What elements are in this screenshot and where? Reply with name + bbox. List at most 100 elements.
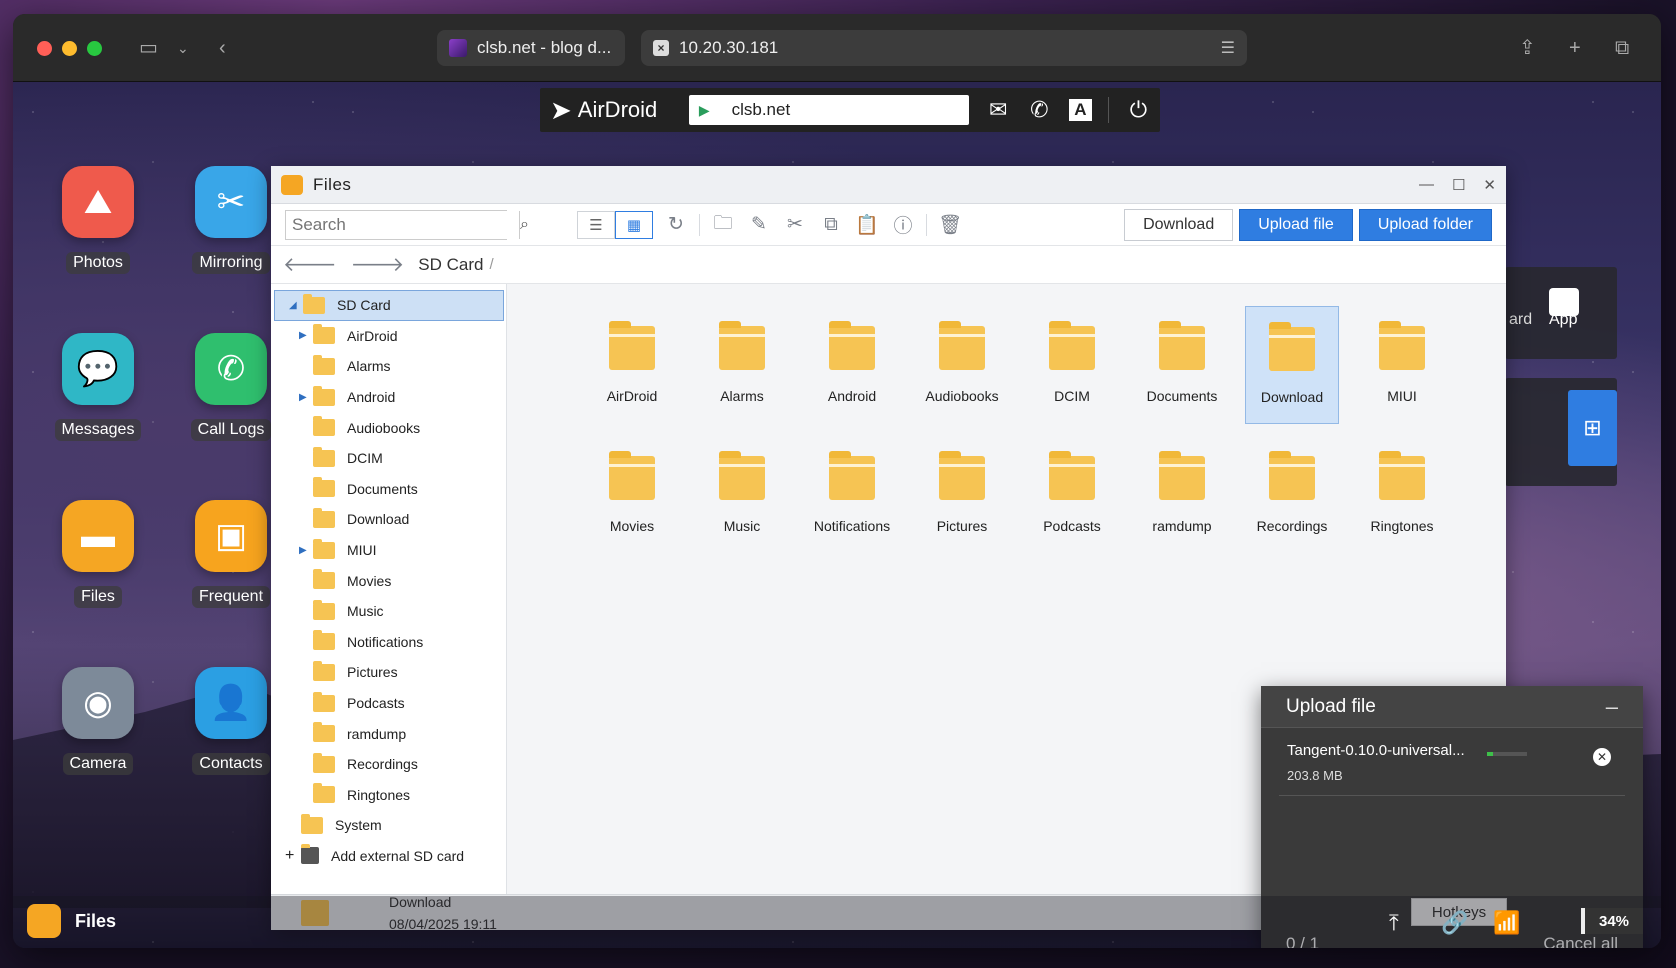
folder-grid-item[interactable]: Audiobooks — [915, 306, 1009, 424]
new-tab-icon[interactable]: + — [1569, 36, 1581, 60]
tree-item-system[interactable]: System — [271, 810, 506, 841]
desktop-icon-mirroring[interactable]: ✂ Mirroring — [176, 166, 286, 274]
add-device-icon[interactable]: ⊞ — [1568, 390, 1617, 466]
tab-overview-icon[interactable]: ⧉ — [1615, 36, 1629, 60]
font-icon[interactable]: A — [1068, 99, 1092, 121]
minimize-icon[interactable]: — — [1419, 176, 1434, 194]
add-external-sd-card[interactable]: + Add external SD card — [271, 841, 506, 872]
tree-item[interactable]: Audiobooks — [271, 412, 506, 443]
taskbar-files[interactable]: Files — [27, 904, 116, 938]
zoom-window-button[interactable] — [87, 41, 102, 56]
folder-icon — [829, 321, 875, 370]
cut-icon[interactable]: ✂ — [782, 213, 808, 236]
tree-item[interactable]: ▶ AirDroid — [271, 321, 506, 352]
tree-item[interactable]: Download — [271, 504, 506, 535]
minimize-icon[interactable]: – — [1606, 694, 1618, 720]
folder-grid-item[interactable]: Download — [1245, 306, 1339, 424]
airdroid-url-field[interactable]: ▶ clsb.net — [688, 95, 969, 125]
tree-item[interactable]: Recordings — [271, 749, 506, 780]
desktop-icon-call-logs[interactable]: ✆ Call Logs — [176, 333, 286, 441]
tree-item-label: DCIM — [347, 450, 383, 467]
rename-icon[interactable]: ✎ — [746, 213, 772, 236]
cancel-upload-icon[interactable]: ✕ — [1593, 748, 1611, 766]
refresh-icon[interactable]: ↻ — [663, 213, 689, 236]
plus-icon[interactable]: + — [285, 847, 301, 865]
new-folder-icon[interactable]: 🗀 — [710, 209, 736, 241]
forward-arrow-icon[interactable]: 🡒 — [351, 252, 405, 277]
folder-grid-item[interactable]: Pictures — [915, 436, 1009, 554]
phone-icon[interactable]: ✆ — [1028, 97, 1051, 123]
expand-arrow-icon[interactable]: ▶ — [299, 545, 313, 556]
desktop-icon-photos[interactable]: ⛰ Photos — [43, 166, 153, 274]
folder-grid-item[interactable]: Ringtones — [1355, 436, 1449, 554]
tree-item[interactable]: Music — [271, 596, 506, 627]
folder-grid-item[interactable]: Music — [695, 436, 789, 554]
tree-item[interactable]: Ringtones — [271, 780, 506, 811]
maximize-icon[interactable]: ☐ — [1452, 176, 1465, 194]
sidebar-toggle-icon[interactable]: ▭ — [139, 36, 158, 60]
minimize-window-button[interactable] — [62, 41, 77, 56]
expanded-arrow-icon[interactable]: ◢ — [289, 300, 303, 311]
desktop-icon-camera[interactable]: ◉ Camera — [43, 667, 153, 775]
message-icon[interactable]: ✉ — [987, 97, 1010, 123]
folder-grid-item[interactable]: Notifications — [805, 436, 899, 554]
tree-item[interactable]: Pictures — [271, 657, 506, 688]
wifi-icon[interactable]: 📶 — [1493, 910, 1520, 936]
play-store-icon: ▶ — [698, 101, 710, 118]
desktop-icon-frequent[interactable]: ▣ Frequent — [176, 500, 286, 608]
power-icon[interactable]: ⏻ — [1127, 97, 1150, 123]
tree-item[interactable]: Alarms — [271, 351, 506, 382]
expand-arrow-icon[interactable]: ▶ — [299, 330, 313, 341]
tab-airdroid[interactable]: × 10.20.30.181 ☰ — [641, 30, 1247, 66]
upload-file-button[interactable]: Upload file — [1239, 208, 1353, 241]
folder-grid-item[interactable]: Movies — [585, 436, 679, 554]
expand-arrow-icon[interactable]: ▶ — [299, 392, 313, 403]
folder-grid-item[interactable]: Android — [805, 306, 899, 424]
folder-grid-item[interactable]: Documents — [1135, 306, 1229, 424]
search-input[interactable] — [286, 210, 519, 239]
desktop-icon-files[interactable]: ▬ Files — [43, 500, 153, 608]
info-icon[interactable]: ⓘ — [890, 211, 916, 238]
tree-item[interactable]: Notifications — [271, 627, 506, 658]
copy-icon[interactable]: ⧉ — [818, 214, 844, 236]
folder-grid-item[interactable]: DCIM — [1025, 306, 1119, 424]
folder-label: Documents — [1146, 388, 1218, 404]
upload-panel-title: Upload file — [1286, 695, 1376, 717]
back-arrow-icon[interactable]: ‹ — [219, 36, 226, 60]
upload-icon[interactable]: ⤒ — [1389, 910, 1399, 936]
side-dock-app-label[interactable]: App — [1549, 311, 1577, 329]
tree-item[interactable]: Podcasts — [271, 688, 506, 719]
folder-grid-item[interactable]: Recordings — [1245, 436, 1339, 554]
tree-item[interactable]: ▶ MIUI — [271, 535, 506, 566]
close-window-button[interactable] — [37, 41, 52, 56]
tree-item[interactable]: ramdump — [271, 718, 506, 749]
grid-view-icon[interactable]: ▦ — [615, 210, 653, 239]
tree-item[interactable]: Movies — [271, 565, 506, 596]
folder-grid-item[interactable]: ramdump — [1135, 436, 1229, 554]
paste-icon[interactable]: 📋 — [854, 213, 880, 237]
download-button[interactable]: Download — [1124, 208, 1234, 241]
desktop-icon-contacts[interactable]: 👤 Contacts — [176, 667, 286, 775]
reader-icon[interactable]: ☰ — [1221, 38, 1235, 58]
tree-item[interactable]: Documents — [271, 474, 506, 505]
tree-item[interactable]: ▶ Android — [271, 382, 506, 413]
close-icon[interactable]: ✕ — [1483, 176, 1496, 194]
folder-label: Audiobooks — [925, 388, 999, 404]
tab-clsb[interactable]: clsb.net - blog d... — [437, 30, 625, 66]
upload-folder-button[interactable]: Upload folder — [1358, 208, 1492, 241]
tree-item[interactable]: DCIM — [271, 443, 506, 474]
desktop-icon-messages[interactable]: 💬 Messages — [43, 333, 153, 441]
breadcrumb-item-sd-card[interactable]: SD Card — [418, 255, 483, 275]
folder-grid-item[interactable]: Alarms — [695, 306, 789, 424]
search-icon[interactable]: ⌕ — [519, 210, 529, 239]
back-arrow-icon[interactable]: 🡐 — [283, 252, 337, 277]
list-view-icon[interactable]: ☰ — [577, 210, 615, 239]
tree-item-sd-card[interactable]: ◢ SD Card — [274, 290, 504, 321]
trash-icon[interactable]: 🗑 — [937, 213, 963, 237]
folder-grid-item[interactable]: AirDroid — [585, 306, 679, 424]
folder-grid-item[interactable]: Podcasts — [1025, 436, 1119, 554]
link-icon[interactable]: 🔗 — [1441, 910, 1468, 936]
chevron-down-icon[interactable]: ⌄ — [177, 36, 189, 60]
folder-grid-item[interactable]: MIUI — [1355, 306, 1449, 424]
share-icon[interactable]: ⇪ — [1519, 36, 1536, 60]
